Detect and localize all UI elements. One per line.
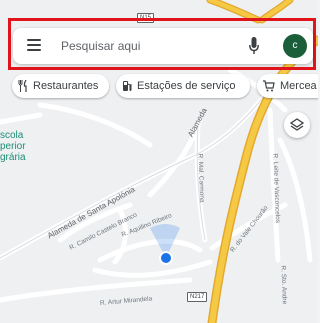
search-bar[interactable]: c xyxy=(13,28,313,64)
chip-label: Mercea xyxy=(280,80,317,92)
fuel-pump-icon xyxy=(122,80,132,92)
fork-knife-icon xyxy=(18,80,28,92)
layers-icon xyxy=(290,118,304,131)
street-label: R. Sto. Andre xyxy=(279,265,288,305)
road-shield: N217 xyxy=(187,292,208,302)
chip-label: Restaurantes xyxy=(33,80,99,92)
layers-button[interactable] xyxy=(284,112,310,138)
location-dot xyxy=(161,253,171,263)
poi-line: scola xyxy=(0,130,24,141)
menu-icon[interactable] xyxy=(27,39,41,51)
shopping-cart-icon xyxy=(263,80,275,92)
maps-screen: scola perior grária Alameda de Santa Apo… xyxy=(0,0,318,323)
poi-line: perior xyxy=(0,141,26,152)
chip-groceries[interactable]: Mercea xyxy=(257,74,318,98)
poi-line: grária xyxy=(0,152,26,163)
account-avatar[interactable]: c xyxy=(283,34,307,58)
chip-restaurants[interactable]: Restaurantes xyxy=(12,74,109,98)
microphone-icon[interactable] xyxy=(249,37,259,55)
chip-gas-stations[interactable]: Estações de serviço xyxy=(116,74,250,98)
chip-label: Estações de serviço xyxy=(137,80,236,92)
search-input[interactable] xyxy=(61,37,231,55)
poi-label-school[interactable]: scola perior grária xyxy=(0,130,26,163)
